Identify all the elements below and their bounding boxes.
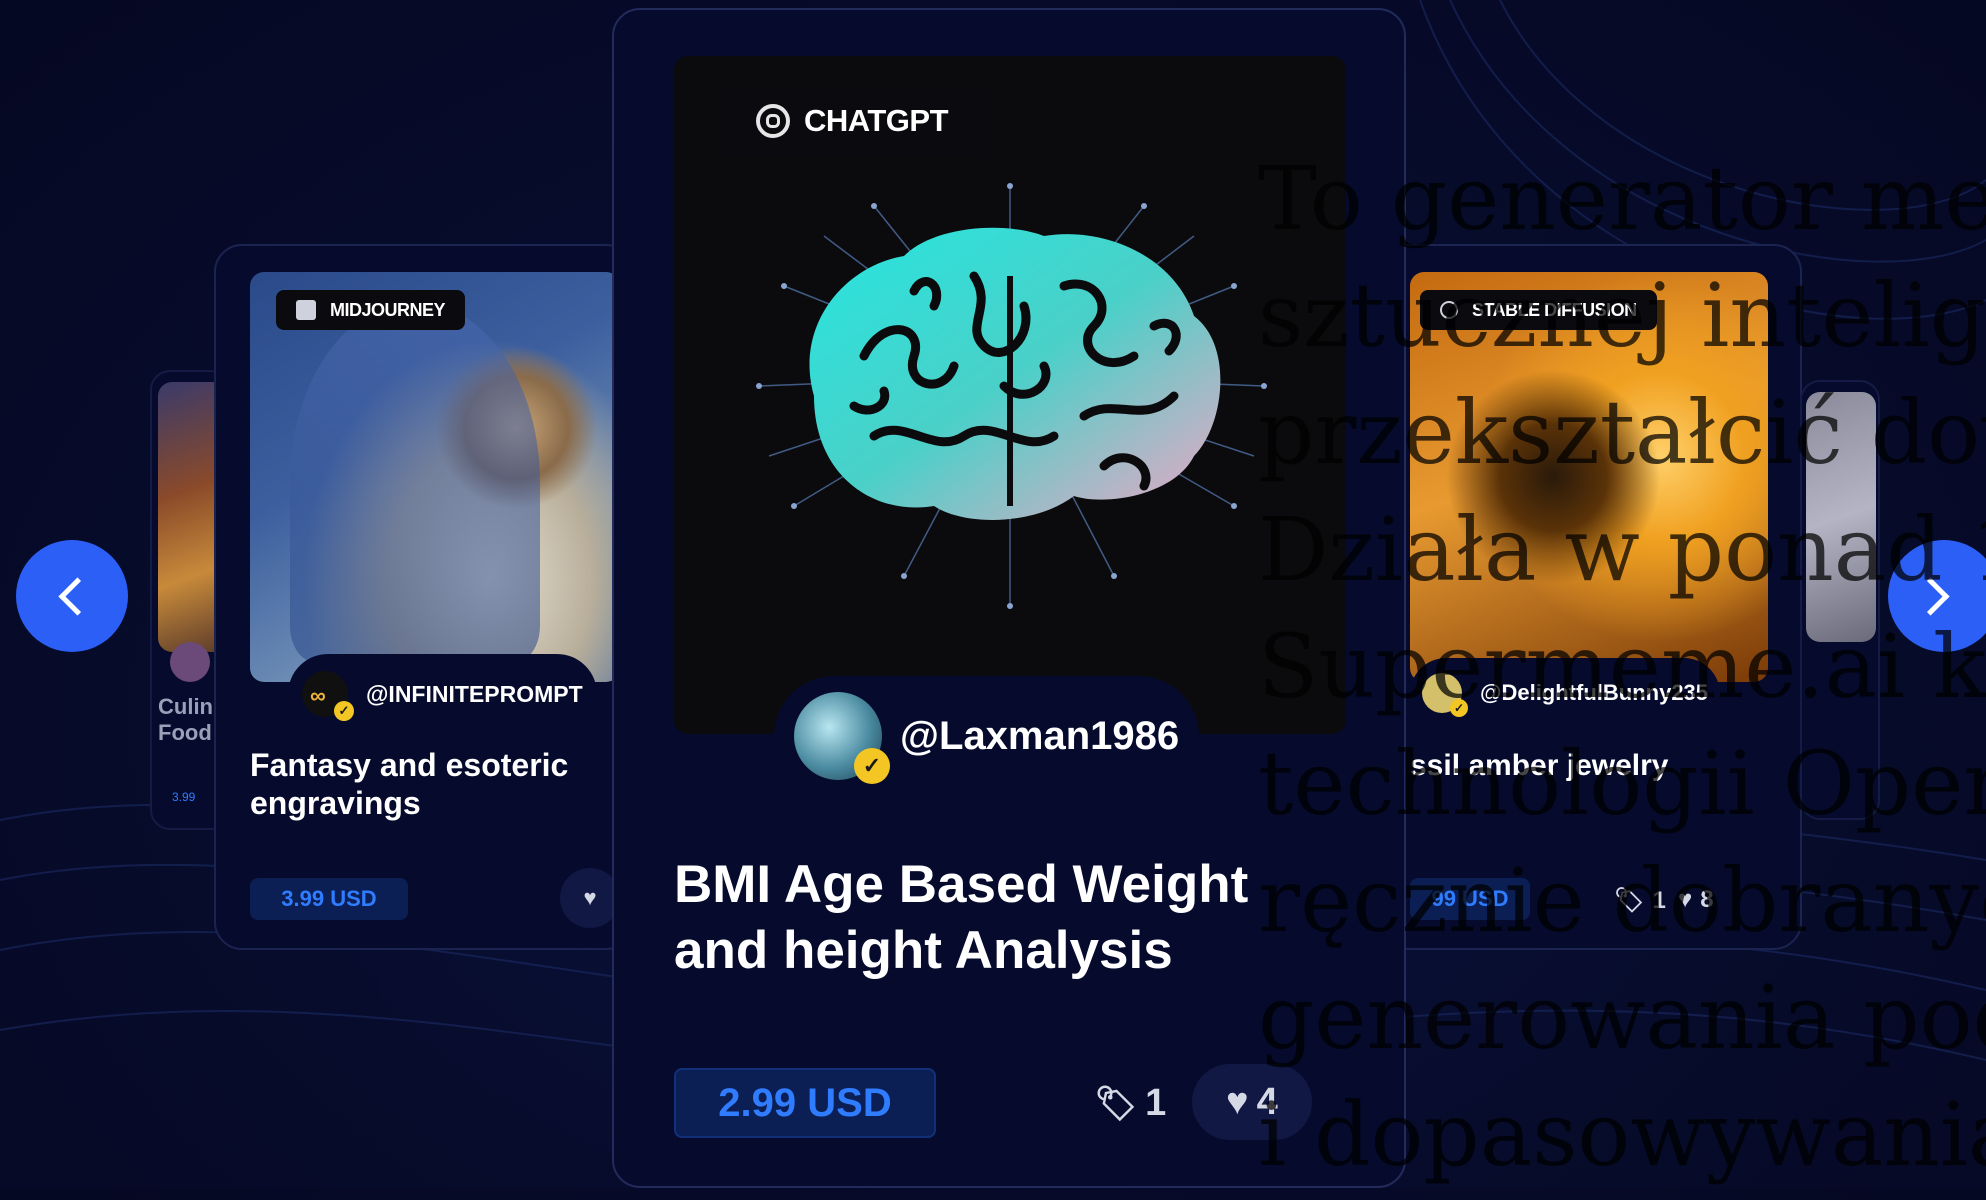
verified-icon: ✓ (854, 748, 890, 784)
card-center-image (674, 56, 1346, 734)
avatar: ∞ ✓ (302, 671, 354, 721)
heart-icon: ♥ (1226, 1080, 1249, 1123)
card-left-image (250, 272, 620, 682)
card-far-left-avatar (170, 642, 210, 682)
card-left-image-hood (290, 302, 540, 662)
card-center-tags: 🏷 1 (1094, 1082, 1166, 1125)
carousel-prev-button[interactable] (16, 540, 128, 652)
card-center-author[interactable]: ✓ @Laxman1986 (774, 676, 1200, 796)
card-left-platform-label: MIDJOURNEY (330, 299, 446, 320)
card-center-platform-badge: CHATGPT (716, 86, 993, 156)
infinity-logo-icon: ∞ (310, 683, 326, 708)
card-left-price: 3.99 USD (250, 878, 408, 920)
card-left-author[interactable]: ∞ ✓ @INFINITEPROMPT (288, 654, 597, 734)
card-center-tags-count: 1 (1145, 1082, 1167, 1124)
card-left-like-button[interactable]: ♥ (560, 868, 620, 928)
card-center-title[interactable]: BMI Age Based Weight and height Analysis (674, 852, 1314, 984)
card-left-title[interactable]: Fantasy and esoteric engravings (250, 746, 630, 823)
overlay-description-text: To generator memó sztucznej inteligenc p… (1258, 147, 1986, 1186)
card-center-price: 2.99 USD (674, 1068, 936, 1138)
tag-icon: 🏷 (1094, 1084, 1138, 1123)
card-far-left-title: Culin Food (158, 694, 213, 746)
card-left[interactable]: MIDJOURNEY ∞ ✓ @INFINITEPROMPT Fantasy a… (214, 244, 634, 950)
openai-icon (756, 104, 790, 138)
chevron-left-icon (57, 576, 97, 616)
card-left-author-name: @INFINITEPROMPT (366, 680, 583, 707)
card-far-left-price: 3.99 (172, 790, 196, 804)
brain-illustration (756, 183, 1267, 609)
card-left-platform-badge: MIDJOURNEY (276, 290, 466, 330)
card-center-author-name: @Laxman1986 (900, 713, 1180, 758)
avatar: ✓ (794, 692, 890, 784)
heart-icon: ♥ (583, 885, 597, 910)
verified-icon: ✓ (334, 701, 354, 721)
image-icon (296, 300, 316, 320)
card-center-platform-label: CHATGPT (804, 103, 949, 138)
